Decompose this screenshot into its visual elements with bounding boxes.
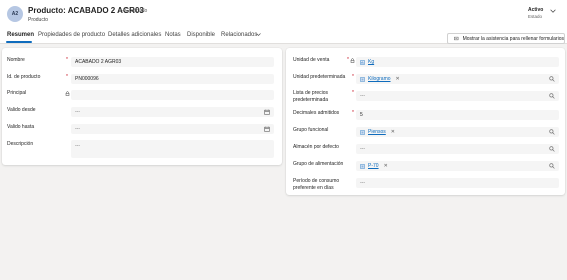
unidad-predeterminada-field[interactable]: Kilogramo ✕ bbox=[356, 74, 559, 84]
id-producto-label: Id. de producto bbox=[7, 74, 41, 80]
tab-detalles-adicionales[interactable]: Detalles adicionales bbox=[108, 32, 161, 38]
valido-desde-field[interactable]: --- bbox=[71, 107, 274, 117]
almacen-value: --- bbox=[360, 146, 365, 152]
record-icon bbox=[360, 163, 365, 169]
tab-resumen[interactable]: Resumen bbox=[7, 32, 34, 38]
record-icon bbox=[360, 76, 365, 82]
search-icon[interactable] bbox=[549, 163, 555, 169]
lista-precios-label: Lista de precios predeterminada bbox=[293, 90, 329, 103]
decimales-field[interactable]: 5 bbox=[356, 110, 559, 120]
general-section: Nombre * ACABADO 2 AGR03 Id. de producto… bbox=[2, 48, 282, 165]
record-icon bbox=[360, 59, 365, 65]
required-indicator: * bbox=[347, 57, 349, 63]
tab-notas[interactable]: Notas bbox=[165, 32, 181, 38]
valido-hasta-value: --- bbox=[75, 126, 80, 132]
save-status: - Guardado bbox=[122, 8, 148, 14]
active-tab-indicator bbox=[6, 41, 32, 43]
required-indicator: * bbox=[66, 57, 68, 63]
form-assist-icon bbox=[454, 36, 459, 41]
valido-hasta-label: Valido hasta bbox=[7, 124, 35, 130]
status-value: Activo bbox=[528, 7, 544, 13]
periodo-consumo-label: Período de consumo preferente en días bbox=[293, 178, 340, 191]
required-indicator: * bbox=[352, 110, 354, 116]
id-producto-field[interactable]: PN000096 bbox=[71, 74, 274, 84]
grupo-funcional-tag[interactable]: Piensos ✕ bbox=[360, 129, 395, 135]
unidad-predeterminada-value[interactable]: Kilogramo bbox=[368, 76, 391, 82]
valido-hasta-field[interactable]: --- bbox=[71, 124, 274, 134]
unidad-predeterminada-tag[interactable]: Kilogramo ✕ bbox=[360, 76, 400, 82]
required-indicator: * bbox=[352, 90, 354, 96]
decimales-label: Decimales admitidos bbox=[293, 110, 340, 116]
grupo-funcional-field[interactable]: Piensos ✕ bbox=[356, 127, 559, 137]
lista-precios-value: --- bbox=[360, 93, 365, 99]
chevron-down-icon[interactable] bbox=[256, 32, 261, 37]
remove-icon[interactable]: ✕ bbox=[396, 76, 400, 82]
grupo-funcional-value[interactable]: Piensos bbox=[368, 129, 386, 135]
principal-label: Principal bbox=[7, 90, 27, 96]
search-icon[interactable] bbox=[549, 129, 555, 135]
grupo-alimentacion-tag[interactable]: P-70 ✕ bbox=[360, 163, 388, 169]
tab-propiedades-producto[interactable]: Propiedades de producto bbox=[38, 32, 105, 38]
nombre-label: Nombre bbox=[7, 57, 25, 63]
calendar-icon[interactable] bbox=[264, 109, 270, 115]
avatar: A2 bbox=[7, 6, 23, 22]
unidad-venta-tag[interactable]: Kg bbox=[360, 59, 374, 65]
remove-icon[interactable]: ✕ bbox=[391, 129, 395, 135]
lista-precios-field[interactable]: --- bbox=[356, 91, 559, 101]
lock-icon bbox=[350, 58, 355, 63]
valido-desde-label: Valido desde bbox=[7, 107, 36, 113]
descripcion-field[interactable]: --- bbox=[71, 140, 274, 158]
unidad-venta-value[interactable]: Kg bbox=[368, 59, 374, 65]
unidad-venta-label: Unidad de venta bbox=[293, 57, 330, 63]
tab-disponible[interactable]: Disponible bbox=[187, 32, 215, 38]
grupo-alimentacion-label: Grupo de alimentación bbox=[293, 161, 344, 167]
principal-field bbox=[71, 90, 274, 100]
remove-icon[interactable]: ✕ bbox=[384, 163, 388, 169]
required-indicator: * bbox=[66, 74, 68, 80]
units-section: Unidad de venta * Kg Unidad predetermina… bbox=[286, 48, 565, 195]
unidad-venta-field[interactable]: Kg bbox=[356, 57, 559, 67]
record-header: A2 Producto: ACABADO 2 AGR03 - Guardado … bbox=[0, 0, 567, 29]
chevron-down-icon[interactable] bbox=[550, 8, 556, 14]
search-icon[interactable] bbox=[549, 93, 555, 99]
unidad-predeterminada-label: Unidad predeterminada bbox=[293, 74, 346, 80]
form-assist-label: Mostrar la asistencia para rellenar form… bbox=[462, 35, 564, 42]
lock-icon bbox=[65, 91, 70, 96]
calendar-icon[interactable] bbox=[264, 126, 270, 132]
grupo-alimentacion-field[interactable]: P-70 ✕ bbox=[356, 161, 559, 171]
search-icon[interactable] bbox=[549, 76, 555, 82]
almacen-field[interactable]: --- bbox=[356, 144, 559, 154]
nombre-field[interactable]: ACABADO 2 AGR03 bbox=[71, 57, 274, 67]
entity-name: Producto bbox=[28, 17, 49, 23]
status-label: Estado bbox=[528, 14, 543, 19]
record-icon bbox=[360, 129, 365, 135]
required-indicator: * bbox=[352, 74, 354, 80]
tab-relacionados[interactable]: Relacionados bbox=[221, 32, 257, 38]
valido-desde-value: --- bbox=[75, 109, 80, 115]
descripcion-label: Descripción bbox=[7, 141, 34, 147]
almacen-label: Almacén por defecto bbox=[293, 144, 339, 150]
form-assist-button[interactable]: Mostrar la asistencia para rellenar form… bbox=[447, 33, 565, 44]
search-icon[interactable] bbox=[549, 146, 555, 152]
grupo-funcional-label: Grupo funcional bbox=[293, 127, 329, 133]
grupo-alimentacion-value[interactable]: P-70 bbox=[368, 163, 379, 169]
periodo-consumo-field[interactable]: --- bbox=[356, 178, 559, 188]
